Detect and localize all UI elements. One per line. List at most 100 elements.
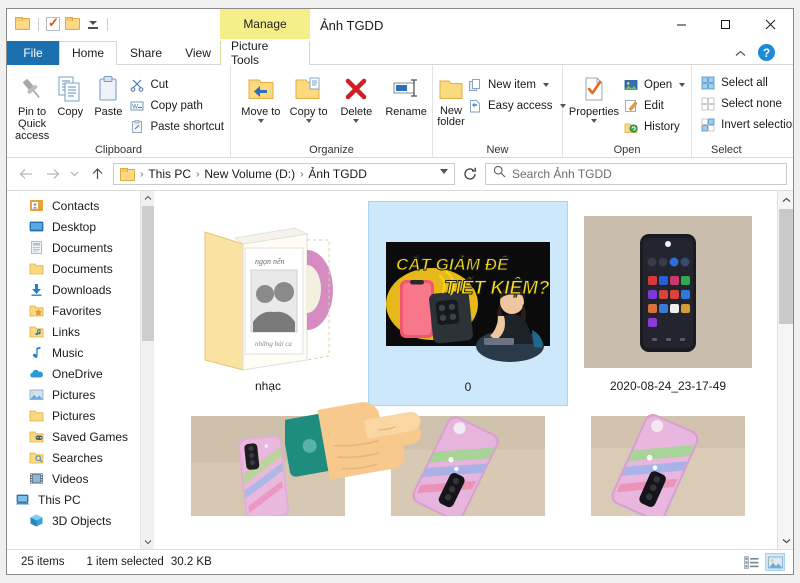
sidebar-item-favorites[interactable]: Favorites <box>7 300 154 321</box>
cut-button[interactable]: Cut <box>127 74 230 95</box>
scroll-down-icon[interactable] <box>778 532 793 549</box>
up-button[interactable] <box>84 161 110 187</box>
new-folder-button[interactable]: New folder <box>437 69 465 128</box>
pin-to-quick-access-button[interactable]: Pin to Quick access <box>13 69 51 142</box>
file-list-view[interactable]: ngọn nến những bài ca nhạc CẮT GIẢM ĐỂ T… <box>154 191 793 549</box>
sidebar-item-searches[interactable]: Searches <box>7 447 154 468</box>
searches-icon <box>29 450 45 466</box>
history-button[interactable]: History <box>621 116 691 137</box>
scrollbar-thumb[interactable] <box>142 206 154 341</box>
invert-selection-button[interactable]: Invert selection <box>698 114 793 135</box>
folder-icon <box>29 408 45 424</box>
tab-view[interactable]: View <box>175 41 221 65</box>
properties-button[interactable]: Properties <box>567 69 621 123</box>
file-item[interactable]: ngọn nến những bài ca nhạc <box>168 201 368 406</box>
back-button[interactable] <box>13 161 39 187</box>
select-all-label: Select all <box>721 76 768 89</box>
scissors-icon <box>129 77 145 93</box>
refresh-button[interactable] <box>458 163 482 185</box>
sidebar-item-documents-library[interactable]: Documents <box>7 237 154 258</box>
ribbon-group-clipboard: Pin to Quick access Copy Paste Cut W Cop… <box>7 65 231 158</box>
tab-file-label: File <box>23 46 43 60</box>
select-all-button[interactable]: Select all <box>698 72 793 93</box>
paste-shortcut-button[interactable]: Paste shortcut <box>127 116 230 137</box>
maximize-button[interactable] <box>703 9 747 39</box>
open-button[interactable]: Open <box>621 74 691 95</box>
file-item-selected[interactable]: CẮT GIẢM ĐỂ TIẾT KIỆM? 0 <box>368 201 568 406</box>
sidebar-item-downloads[interactable]: Downloads <box>7 279 154 300</box>
chevron-down-icon[interactable] <box>257 119 264 123</box>
new-folder-icon[interactable] <box>65 16 81 32</box>
copy-button[interactable]: Copy <box>51 69 89 118</box>
sidebar-item-pictures-library[interactable]: Pictures <box>7 384 154 405</box>
sidebar-item-onedrive[interactable]: OneDrive <box>7 363 154 384</box>
scroll-down-icon[interactable] <box>141 535 155 549</box>
file-thumbnail <box>580 412 756 516</box>
paste-label: Paste <box>94 106 123 118</box>
sidebar-item-videos[interactable]: Videos <box>7 468 154 489</box>
scroll-up-icon[interactable] <box>141 191 155 205</box>
tab-share[interactable]: Share <box>119 41 173 65</box>
search-box[interactable]: Search Ảnh TGDD <box>485 163 787 185</box>
sidebar-item-links[interactable]: Links <box>7 321 154 342</box>
breadcrumb-item-this-pc[interactable]: This PC <box>145 167 194 181</box>
sidebar-item-desktop[interactable]: Desktop <box>7 216 154 237</box>
tab-file[interactable]: File <box>7 41 59 65</box>
scroll-up-icon[interactable] <box>778 191 793 208</box>
tab-picture-tools[interactable]: Picture Tools <box>220 39 310 67</box>
breadcrumb[interactable]: › This PC › New Volume (D:) › Ảnh TGDD <box>113 163 455 185</box>
paste-shortcut-label: Paste shortcut <box>150 120 224 133</box>
search-input[interactable]: Search Ảnh TGDD <box>512 167 612 181</box>
chevron-down-icon[interactable] <box>305 119 312 123</box>
new-item-button[interactable]: New item <box>465 74 572 95</box>
copy-to-button[interactable]: Copy to <box>285 69 333 123</box>
history-label: History <box>644 120 680 133</box>
delete-button[interactable]: Delete <box>333 69 381 123</box>
move-to-button[interactable]: Move to <box>237 69 285 123</box>
view-large-icons-button[interactable] <box>765 553 785 571</box>
folder-icon[interactable] <box>15 16 31 32</box>
close-button[interactable] <box>747 9 793 39</box>
chevron-down-icon[interactable] <box>591 119 597 123</box>
chevron-down-icon[interactable] <box>679 82 686 87</box>
contextual-tab-manage[interactable]: Manage <box>220 9 310 39</box>
sidebar-item-this-pc[interactable]: This PC <box>7 489 154 510</box>
copy-path-button[interactable]: W Copy path <box>127 95 230 116</box>
properties-check-icon[interactable] <box>46 15 60 31</box>
edit-button[interactable]: Edit <box>621 95 691 116</box>
sidebar-scrollbar[interactable] <box>140 191 154 549</box>
tab-home[interactable]: Home <box>59 41 117 65</box>
chevron-down-icon[interactable] <box>353 119 360 123</box>
forward-button[interactable] <box>39 161 65 187</box>
sidebar-item-label: Contacts <box>52 198 100 213</box>
minimize-button[interactable] <box>659 9 703 39</box>
chevron-down-icon[interactable] <box>542 82 549 87</box>
help-icon[interactable]: ? <box>758 44 775 61</box>
chevron-down-icon[interactable] <box>440 169 448 174</box>
ribbon: Pin to Quick access Copy Paste Cut W Cop… <box>7 65 793 158</box>
sidebar-item-contacts[interactable]: Contacts <box>7 195 154 216</box>
sidebar-item-documents-folder[interactable]: Documents <box>7 258 154 279</box>
view-details-button[interactable] <box>741 553 761 571</box>
file-item[interactable] <box>368 406 568 516</box>
file-item[interactable] <box>168 406 368 516</box>
sidebar-item-music[interactable]: Music <box>7 342 154 363</box>
recent-locations-button[interactable] <box>65 161 84 187</box>
sidebar-item-saved-games[interactable]: Saved Games <box>7 426 154 447</box>
sidebar-item-3d-objects[interactable]: 3D Objects <box>7 510 154 531</box>
svg-text:CẮT GIẢM ĐỂ: CẮT GIẢM ĐỂ <box>396 255 509 274</box>
scrollbar-thumb[interactable] <box>779 209 793 324</box>
sidebar-item-pictures-folder[interactable]: Pictures <box>7 405 154 426</box>
select-none-button[interactable]: Select none <box>698 93 793 114</box>
customize-caret-icon[interactable] <box>86 17 100 31</box>
paste-button[interactable]: Paste <box>89 69 127 118</box>
rename-button[interactable]: Rename <box>380 69 432 118</box>
breadcrumb-item-new-volume[interactable]: New Volume (D:) <box>201 167 298 181</box>
file-item[interactable] <box>568 406 768 516</box>
chevron-up-icon[interactable] <box>731 44 749 62</box>
file-item[interactable]: 2020-08-24_23-17-49 <box>568 201 768 406</box>
easy-access-button[interactable]: Easy access <box>465 95 572 116</box>
ribbon-group-select-label: Select <box>711 144 742 156</box>
file-list-scrollbar[interactable] <box>777 191 793 549</box>
breadcrumb-item-anh-tgdd[interactable]: Ảnh TGDD <box>305 167 369 181</box>
